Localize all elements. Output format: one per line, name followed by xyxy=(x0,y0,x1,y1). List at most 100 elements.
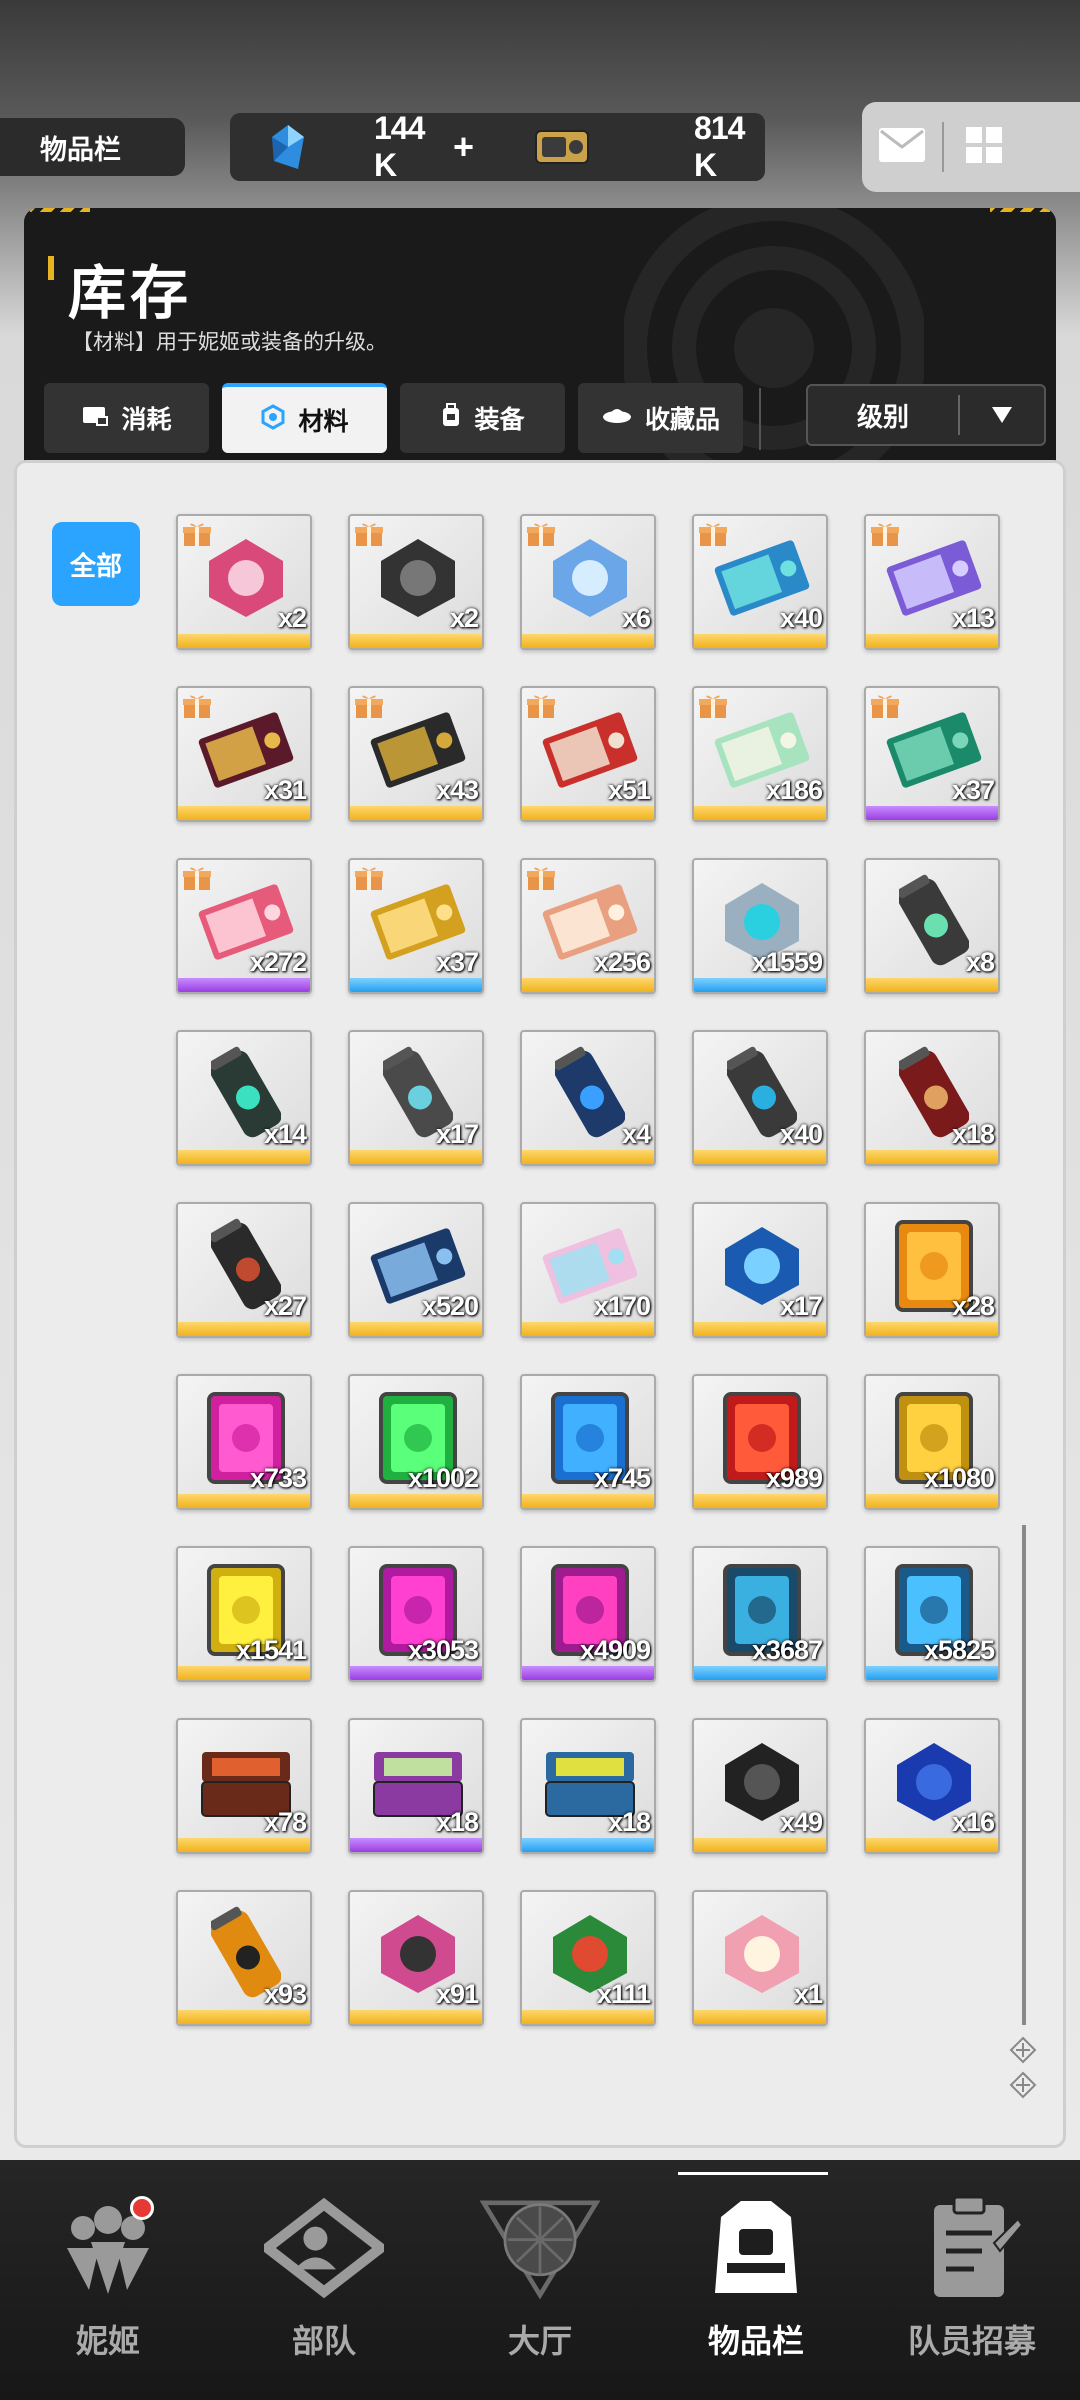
inventory-item[interactable]: x1002 xyxy=(348,1374,484,1510)
category-description: 【材料】用于妮姬或装备的升级。 xyxy=(72,331,387,354)
inventory-item[interactable]: x91 xyxy=(348,1890,484,2026)
tab-materials[interactable]: 材料 xyxy=(222,383,387,453)
inventory-item[interactable]: x16 xyxy=(864,1718,1000,1854)
nav-recruit[interactable]: 队员招募 xyxy=(864,2160,1080,2400)
bottom-nav: 妮姬 部队 大厅 物品栏 队员招募 xyxy=(0,2160,1080,2400)
nav-lobby[interactable]: 大厅 xyxy=(432,2160,648,2400)
item-count: x3053 xyxy=(407,1635,479,1665)
inventory-item[interactable]: x733 xyxy=(176,1374,312,1510)
item-count: x14 xyxy=(263,1119,307,1149)
hazard-stripe-right xyxy=(990,208,1050,212)
inventory-item[interactable]: x37 xyxy=(864,686,1000,822)
inventory-item[interactable]: x3687 xyxy=(692,1546,828,1682)
scrollbar[interactable] xyxy=(1022,1525,1026,2025)
inventory-item[interactable]: x49 xyxy=(692,1718,828,1854)
gift-icon xyxy=(182,692,212,720)
sort-dropdown[interactable]: 级别 xyxy=(806,384,1046,446)
inventory-item[interactable]: x1541 xyxy=(176,1546,312,1682)
item-count: x17 xyxy=(435,1119,479,1149)
inventory-item[interactable]: x37 xyxy=(348,858,484,994)
item-count: x93 xyxy=(263,1979,307,2009)
inventory-item[interactable]: x14 xyxy=(176,1030,312,1166)
item-count: x520 xyxy=(421,1291,479,1321)
inventory-item[interactable]: x989 xyxy=(692,1374,828,1510)
item-count: x3687 xyxy=(751,1635,823,1665)
item-count: x745 xyxy=(593,1463,651,1493)
inventory-item[interactable]: x2 xyxy=(176,514,312,650)
tab-equipment[interactable]: 装备 xyxy=(400,383,565,453)
inventory-item[interactable]: x170 xyxy=(520,1202,656,1338)
tab-consumables[interactable]: 消耗 xyxy=(44,383,209,453)
inventory-item[interactable]: x31 xyxy=(176,686,312,822)
item-count: x18 xyxy=(607,1807,651,1837)
gift-icon xyxy=(354,520,384,548)
breadcrumb: 物品栏 xyxy=(0,118,185,176)
nav-label: 大厅 xyxy=(507,2323,572,2359)
inventory-item[interactable]: x186 xyxy=(692,686,828,822)
inventory-item[interactable]: x18 xyxy=(348,1718,484,1854)
inventory-item[interactable]: x5825 xyxy=(864,1546,1000,1682)
gift-icon xyxy=(526,692,556,720)
item-count: x49 xyxy=(779,1807,823,1837)
inventory-item[interactable]: x745 xyxy=(520,1374,656,1510)
inventory-item[interactable]: x8 xyxy=(864,858,1000,994)
inventory-item[interactable]: x256 xyxy=(520,858,656,994)
item-count: x1002 xyxy=(407,1463,479,1493)
item-count: x4 xyxy=(621,1119,651,1149)
item-count: x17 xyxy=(779,1291,823,1321)
item-count: x1 xyxy=(793,1979,823,2009)
inventory-item[interactable]: x2 xyxy=(348,514,484,650)
item-count: x91 xyxy=(435,1979,479,2009)
nav-squad[interactable]: 部队 xyxy=(216,2160,432,2400)
gift-icon xyxy=(870,692,900,720)
inventory-item[interactable]: x13 xyxy=(864,514,1000,650)
nav-label: 队员招募 xyxy=(907,2323,1036,2359)
nav-label: 物品栏 xyxy=(707,2323,804,2359)
inventory-item[interactable]: x3053 xyxy=(348,1546,484,1682)
inventory-item[interactable]: x40 xyxy=(692,1030,828,1166)
inventory-item[interactable]: x78 xyxy=(176,1718,312,1854)
nav-nikke[interactable]: 妮姬 xyxy=(0,2160,216,2400)
filter-all-button[interactable]: 全部 xyxy=(52,522,140,606)
scroll-up-icon[interactable] xyxy=(1008,2035,1038,2065)
inventory-item[interactable]: x93 xyxy=(176,1890,312,2026)
inventory-item[interactable]: x27 xyxy=(176,1202,312,1338)
inventory-item[interactable]: x1 xyxy=(692,1890,828,2026)
collectible-icon xyxy=(601,403,633,434)
inventory-item[interactable]: x18 xyxy=(520,1718,656,1854)
item-count: x5825 xyxy=(923,1635,995,1665)
inventory-item[interactable]: x18 xyxy=(864,1030,1000,1166)
item-count: x18 xyxy=(435,1807,479,1837)
inventory-item[interactable]: x111 xyxy=(520,1890,656,2026)
gift-icon xyxy=(526,520,556,548)
tab-collectibles[interactable]: 收藏品 xyxy=(578,383,743,453)
inventory-item[interactable]: x40 xyxy=(692,514,828,650)
inventory-item[interactable]: x1559 xyxy=(692,858,828,994)
hazard-stripe-left xyxy=(30,208,90,212)
item-count: x78 xyxy=(263,1807,307,1837)
gift-icon xyxy=(182,520,212,548)
inventory-item[interactable]: x17 xyxy=(692,1202,828,1338)
menu-button[interactable] xyxy=(944,112,1024,182)
scroll-down-icon[interactable] xyxy=(1008,2070,1038,2100)
inventory-item[interactable]: x1080 xyxy=(864,1374,1000,1510)
inventory-item[interactable]: x520 xyxy=(348,1202,484,1338)
inventory-item[interactable]: x28 xyxy=(864,1202,1000,1338)
tab-label: 材料 xyxy=(298,408,349,436)
item-count: x51 xyxy=(607,775,651,805)
sort-label: 级别 xyxy=(856,401,909,432)
add-gems-button[interactable]: + xyxy=(453,126,474,168)
mail-button[interactable] xyxy=(862,112,942,182)
gem-icon xyxy=(268,125,308,169)
item-count: x18 xyxy=(951,1119,995,1149)
inventory-item[interactable]: x272 xyxy=(176,858,312,994)
inventory-item[interactable]: x43 xyxy=(348,686,484,822)
item-count: x40 xyxy=(779,603,823,633)
recruit-icon xyxy=(912,2188,1032,2308)
nav-inventory[interactable]: 物品栏 xyxy=(648,2160,864,2400)
inventory-item[interactable]: x51 xyxy=(520,686,656,822)
inventory-item[interactable]: x4 xyxy=(520,1030,656,1166)
inventory-item[interactable]: x17 xyxy=(348,1030,484,1166)
inventory-item[interactable]: x4909 xyxy=(520,1546,656,1682)
inventory-item[interactable]: x6 xyxy=(520,514,656,650)
